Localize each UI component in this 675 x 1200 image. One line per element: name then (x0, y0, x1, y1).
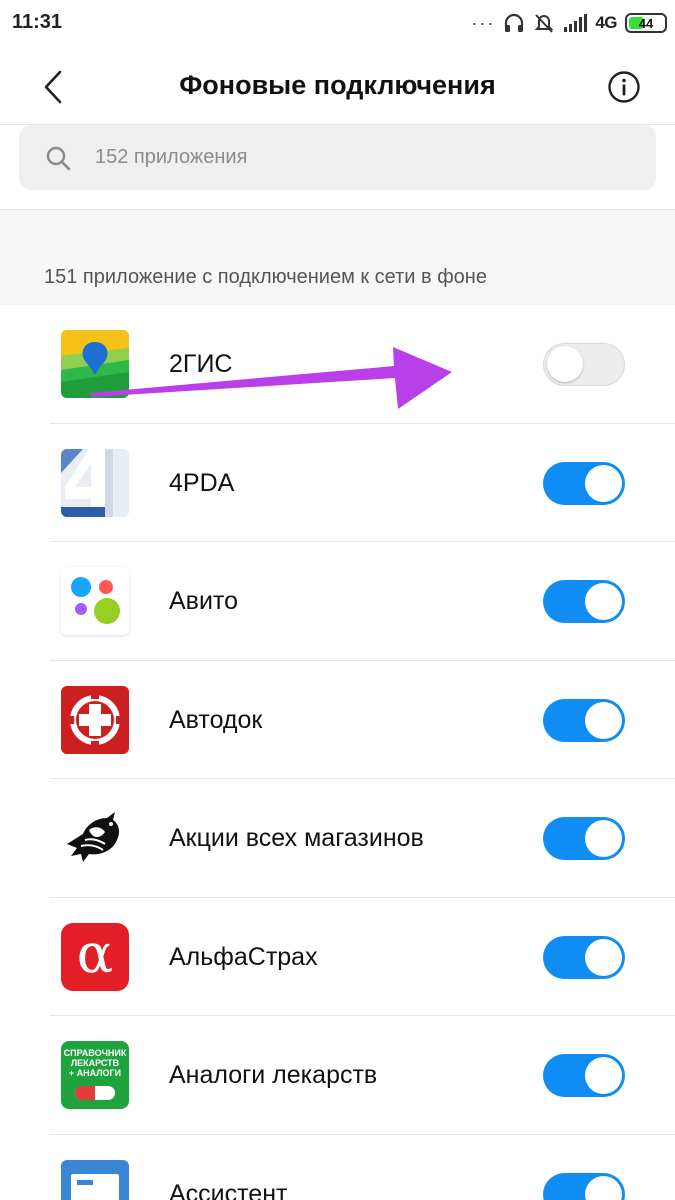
battery-level: 44 (638, 15, 654, 31)
info-icon (608, 71, 640, 103)
app-name: 2ГИС (169, 350, 233, 378)
toggle-knob (585, 464, 622, 502)
2gis-app-icon (61, 330, 129, 398)
mute-icon (534, 14, 554, 33)
section-label: 151 приложение с подключением к сети в ф… (44, 266, 487, 288)
alfastrakh-app-icon: α (61, 922, 129, 991)
section-header: 151 приложение с подключением к сети в ф… (0, 210, 675, 305)
search-bar[interactable] (19, 125, 656, 190)
toggle-knob (585, 583, 622, 620)
app-name: Авито (169, 587, 238, 615)
background-toggle[interactable] (543, 1172, 625, 1200)
list-item: α АльфаСтрах (0, 898, 675, 1017)
toggle-knob (585, 701, 622, 739)
assistant-app-icon (61, 1159, 129, 1200)
app-name: 4PDA (169, 468, 235, 497)
background-toggle[interactable] (543, 698, 625, 742)
toggle-knob (585, 820, 622, 857)
pill-icon (75, 1086, 115, 1100)
network-type: 4G (595, 13, 617, 32)
status-time: 11:31 (12, 11, 63, 33)
app-header: Фоновые подключения (0, 48, 675, 124)
background-toggle[interactable] (543, 817, 625, 860)
app-name: АльфаСтрах (169, 942, 318, 971)
search-input[interactable] (95, 125, 635, 190)
info-button[interactable] (605, 68, 643, 106)
list-item: Акции всех магазинов (0, 779, 675, 898)
background-toggle[interactable] (543, 1054, 625, 1097)
signal-icon (564, 14, 588, 32)
avito-app-icon (61, 567, 129, 635)
app-list: 2ГИС 4PDA Авито Автодок Акции всех магаз… (0, 305, 675, 1200)
background-toggle[interactable] (543, 343, 625, 386)
headphones-icon (505, 13, 524, 32)
app-name: Автодок (169, 705, 263, 734)
toggle-knob (585, 938, 622, 976)
toggle-knob (547, 346, 583, 382)
list-item: 4PDA (0, 424, 675, 543)
list-item: Автодок (0, 661, 675, 780)
background-toggle[interactable] (543, 580, 625, 623)
list-item: 2ГИС (0, 305, 675, 424)
alfa-symbol: α (76, 922, 114, 985)
page-title: Фоновые подключения (179, 70, 496, 100)
analogi-app-icon: СПРАВОЧНИК ЛЕКАРСТВ + АНАЛОГИ (61, 1041, 129, 1109)
toggle-knob (585, 1175, 622, 1200)
status-icons: ··· 4G 44 (471, 10, 667, 36)
avtodok-app-icon (61, 685, 129, 754)
app-name: Ассистент (169, 1179, 288, 1200)
icon-text-line: СПРАВОЧНИК (63, 1048, 127, 1058)
more-dots-icon: ··· (471, 12, 496, 33)
background-toggle[interactable] (543, 935, 625, 979)
status-bar: 11:31 ··· 4G 44 (0, 0, 675, 48)
list-item: Ассистент (0, 1135, 675, 1200)
battery-icon: 44 (625, 13, 667, 33)
list-item: СПРАВОЧНИК ЛЕКАРСТВ + АНАЛОГИ Аналоги ле… (0, 1016, 675, 1135)
icon-text-line: + АНАЛОГИ (68, 1068, 122, 1078)
toggle-knob (585, 1057, 622, 1094)
4pda-app-icon (61, 448, 129, 517)
app-name: Акции всех магазинов (169, 824, 424, 852)
app-name: Аналоги лекарств (169, 1061, 378, 1089)
background-toggle[interactable] (543, 461, 625, 505)
list-item: Авито (0, 542, 675, 661)
search-icon (46, 146, 71, 171)
icon-text-line: ЛЕКАРСТВ (70, 1058, 120, 1068)
bird-app-icon (61, 804, 129, 872)
